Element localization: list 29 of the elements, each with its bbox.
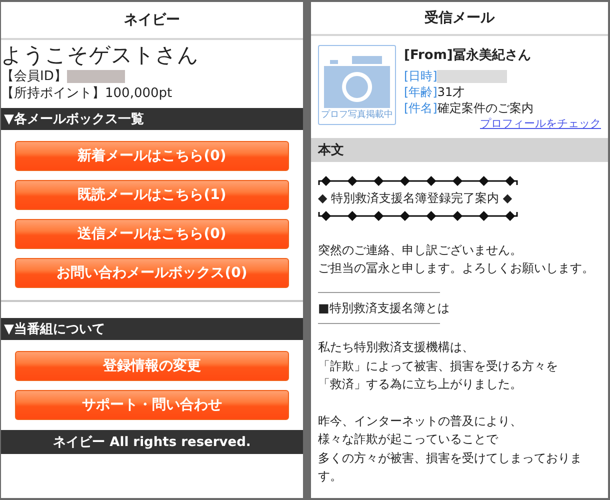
field-value: 確定案件のご案内 [437, 100, 534, 116]
body-paragraph: 突然のご連絡、申し訳ございません。 ご担当の冨永と申します。よろしくお願いします。 [318, 242, 595, 277]
photo-caption: プロフ写真掲載中 [321, 108, 393, 121]
member-id-label: 【会員ID】 [1, 68, 67, 85]
page-header: 受信メール [311, 2, 608, 36]
section-header: ▼各メールボックス一覧 [1, 108, 303, 130]
menu-button[interactable]: サポート・問い合わせ [15, 390, 289, 420]
page-header: ネイビー [1, 2, 303, 40]
field-label: [件名] [404, 100, 438, 116]
camera-icon [324, 56, 390, 108]
welcome-text: ようこそゲストさん [1, 42, 200, 68]
field-value: 31才 [437, 84, 465, 100]
footer: ネイビー All rights reserved. [1, 430, 303, 454]
profile-link[interactable]: プロフィールをチェック [480, 116, 601, 132]
points-text: 【所持ポイント】100,000pt [1, 85, 172, 102]
sender-name: [From]冨永美紀さん [404, 48, 532, 64]
field-label: [日時] [404, 68, 438, 84]
menu-button[interactable]: 送信メールはこちら(0) [15, 219, 289, 249]
section-header: ▼当番組について [1, 318, 303, 340]
menu-button[interactable]: 新着メールはこちら(0) [15, 141, 289, 171]
menu-button[interactable]: お問い合わメールボックス(0) [15, 258, 289, 288]
menu-button[interactable]: 既読メールはこちら(1) [15, 180, 289, 210]
menu-button[interactable]: 登録情報の変更 [15, 351, 289, 381]
field-label: [年齢] [404, 84, 438, 100]
banner-title: ◆ 特別救済支援名簿登録完了案内 ◆ [318, 190, 512, 207]
body-paragraph: 私たち特別救済支援機構は、 「詐欺」によって被害、損害を受ける方々を 「救済」する為に立ち上がりました。 [318, 339, 559, 393]
body-paragraph: 昨今、インターネットの普及により、 様々な詐欺が起こっていることで 多くの方々が被害、損害を受けてしまっておりま す。 [318, 412, 583, 485]
body-heading: ■特別救済支援名簿とは [318, 300, 450, 316]
body-title: 本文 [311, 138, 608, 162]
